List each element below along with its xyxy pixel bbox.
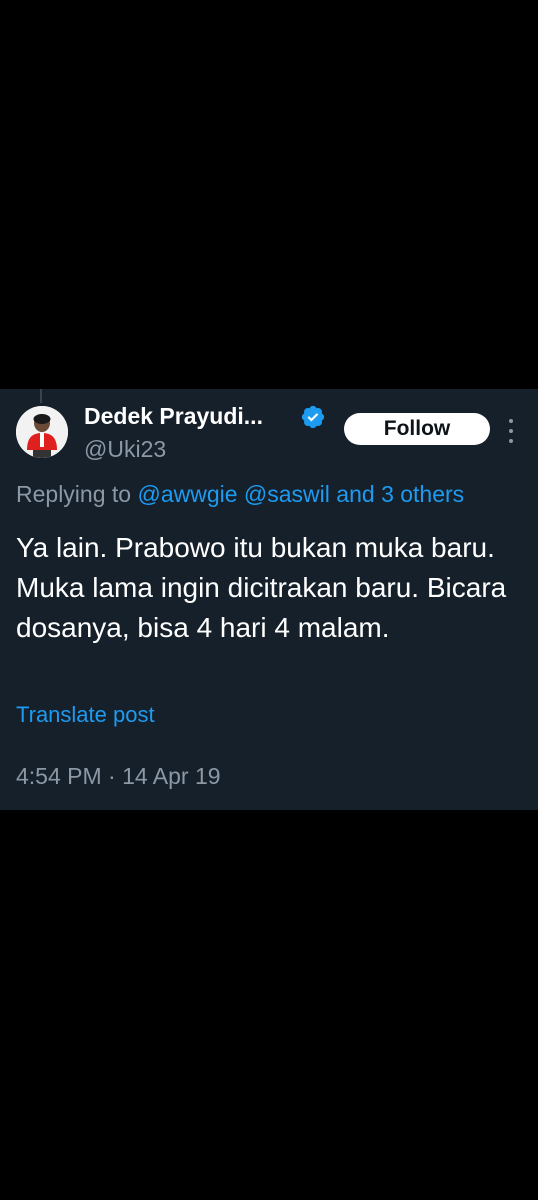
mention-others-link[interactable]: 3 others	[381, 481, 464, 507]
author-handle[interactable]: @Uki23	[84, 436, 166, 463]
thread-connector-line	[40, 389, 42, 403]
tweet-text: Ya lain. Prabowo itu bukan muka baru. Mu…	[16, 532, 507, 643]
more-dot	[509, 439, 513, 443]
author-display-name[interactable]: Dedek Prayudi...	[84, 403, 263, 430]
follow-button[interactable]: Follow	[344, 413, 490, 445]
tweet-timestamp[interactable]: 4:54 PM · 14 Apr 19	[16, 763, 221, 790]
replying-to-line: Replying to @awwgie @saswil and 3 others	[16, 481, 464, 508]
mention-link-saswil[interactable]: @saswil	[244, 481, 330, 507]
more-dot	[509, 429, 513, 433]
mention-link-awwgie[interactable]: @awwgie	[137, 481, 237, 507]
avatar[interactable]	[16, 406, 68, 458]
user-avatar-icon	[16, 406, 68, 458]
replying-to-prefix: Replying to	[16, 481, 132, 507]
translate-post-link[interactable]: Translate post	[16, 702, 155, 728]
more-dot	[509, 419, 513, 423]
replying-and-text: and	[336, 481, 375, 507]
tweet-card[interactable]: Dedek Prayudi... @Uki23 Follow Replying …	[0, 389, 538, 810]
verified-badge-icon	[301, 405, 325, 429]
more-vertical-icon[interactable]	[506, 419, 516, 443]
